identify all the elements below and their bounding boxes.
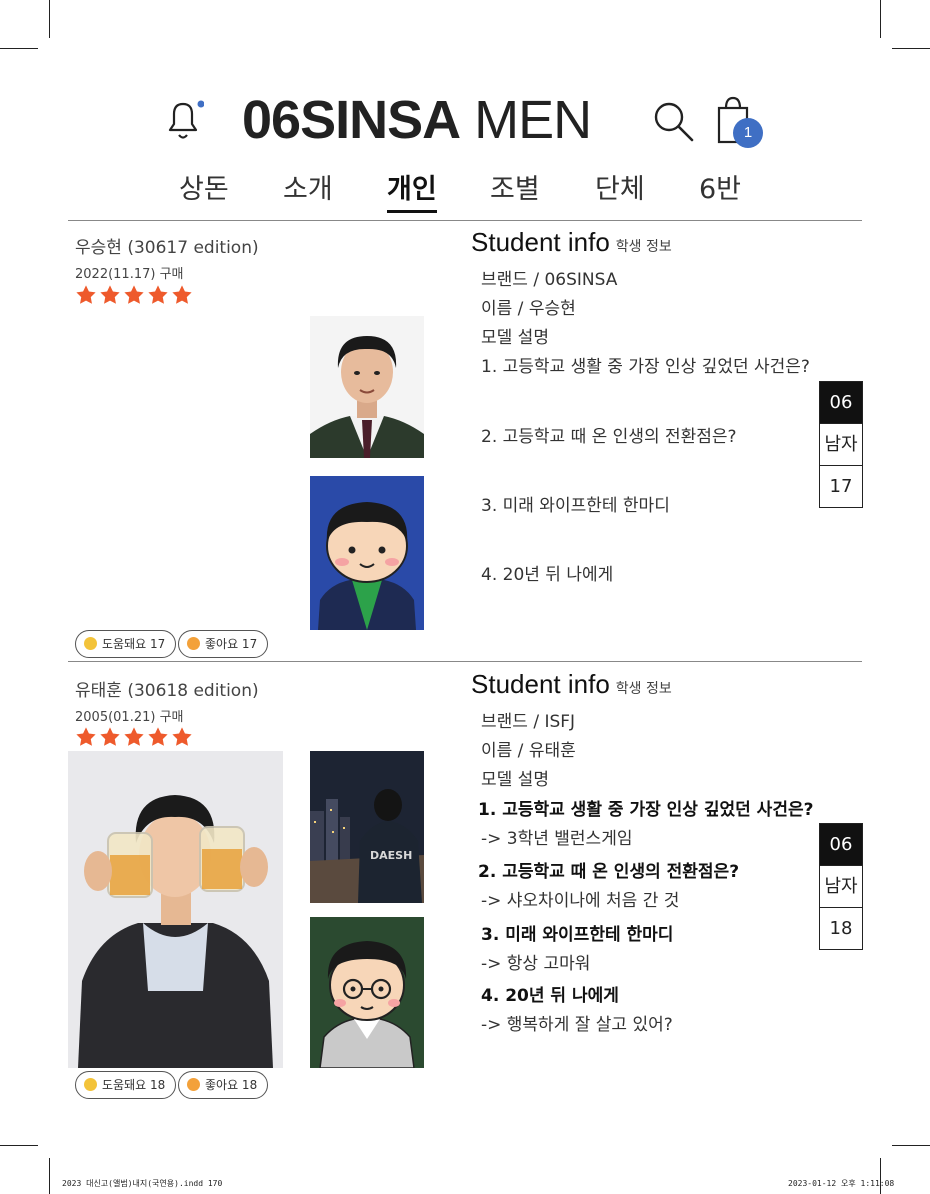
smile-emoji-icon (84, 637, 97, 650)
nav-item-class[interactable]: 6반 (699, 170, 741, 210)
product-name: 우승현 (30617 edition) (75, 238, 259, 258)
class-number: 06 (820, 824, 862, 865)
star-icon (124, 285, 144, 304)
bell-icon[interactable] (162, 96, 204, 144)
brand-line: 브랜드 / ISFJ (481, 712, 576, 732)
product-name: 유태훈 (30618 edition) (75, 681, 259, 701)
question-1: 1. 고등학교 생활 중 가장 인상 깊었던 사건은? (481, 357, 810, 377)
star-rating (75, 726, 193, 748)
star-icon (172, 285, 192, 304)
nav-item-individual[interactable]: 개인 (387, 170, 437, 213)
crop-mark (49, 1158, 50, 1194)
student-cartoon-avatar (310, 476, 424, 630)
helpful-button[interactable]: 도움돼요 17 (75, 630, 177, 658)
like-button[interactable]: 좋아요 18 (178, 1071, 269, 1099)
header: 06SINSA MEN 1 (0, 88, 930, 158)
question-3: 3. 미래 와이프한테 한마디 (481, 496, 670, 516)
star-icon (172, 727, 192, 746)
review-card: 우승현 (30617 edition) 2022(11.17) 구매 Stude… (0, 221, 930, 661)
model-description-label: 모델 설명 (481, 770, 549, 790)
jacket-lettering: DAESH (370, 849, 412, 862)
star-icon (76, 285, 96, 304)
student-side-tab: 06 남자 17 (819, 381, 863, 508)
nav-item-sangdon[interactable]: 상돈 (179, 170, 229, 210)
nav-item-intro[interactable]: 소개 (283, 170, 333, 210)
student-portrait-photo (310, 316, 424, 458)
nav-item-team[interactable]: 단체 (595, 170, 645, 210)
answer-1: -> 3학년 밸런스게임 (481, 829, 633, 849)
star-icon (148, 727, 168, 746)
helpful-button[interactable]: 도움돼요 18 (75, 1071, 177, 1099)
nav-item-group[interactable]: 조별 (490, 170, 540, 210)
question-4: 4. 20년 뒤 나에게 (481, 565, 614, 585)
review-card: 유태훈 (30618 edition) 2005(01.21) 구매 DAESH (0, 662, 930, 1102)
cart-count-badge: 1 (733, 118, 763, 148)
star-icon (124, 727, 144, 746)
question-1: 1. 고등학교 생활 중 가장 인상 깊었던 사건은? (478, 800, 814, 820)
model-description-label: 모델 설명 (481, 328, 549, 348)
gender-label: 남자 (820, 865, 862, 907)
name-line: 이름 / 유태훈 (481, 741, 576, 761)
name-line: 이름 / 우승현 (481, 299, 576, 319)
heart-eyes-emoji-icon (187, 1078, 200, 1091)
answer-4: -> 행복하게 잘 살고 있어? (481, 1015, 673, 1035)
question-3: 3. 미래 와이프한테 한마디 (481, 925, 674, 945)
student-night-photo: DAESH (310, 751, 424, 903)
print-slug-right: 2023-01-12 오후 1:11:08 (788, 1179, 895, 1188)
student-cartoon-avatar (310, 917, 424, 1068)
gender-label: 남자 (820, 423, 862, 465)
crop-mark (0, 48, 38, 49)
brand-line: 브랜드 / 06SINSA (481, 270, 618, 290)
star-icon (76, 727, 96, 746)
star-icon (148, 285, 168, 304)
crop-mark (892, 48, 930, 49)
purchase-date: 2022(11.17) 구매 (75, 267, 184, 282)
smile-emoji-icon (84, 1078, 97, 1091)
student-number: 17 (820, 465, 862, 507)
category-nav: 상돈 소개 개인 조별 단체 6반 (0, 170, 930, 214)
star-icon (100, 727, 120, 746)
crop-mark (880, 0, 881, 38)
student-number: 18 (820, 907, 862, 949)
question-2: 2. 고등학교 때 온 인생의 전환점은? (478, 862, 740, 882)
heart-eyes-emoji-icon (187, 637, 200, 650)
answer-2: -> 샤오차이나에 처음 간 것 (481, 891, 680, 911)
crop-mark (892, 1145, 930, 1146)
crop-mark (49, 0, 50, 38)
class-number: 06 (820, 382, 862, 423)
star-icon (100, 285, 120, 304)
student-info-title: Student info 학생 정보 (471, 669, 672, 699)
student-main-photo (68, 751, 283, 1068)
like-button[interactable]: 좋아요 17 (178, 630, 269, 658)
search-icon[interactable] (650, 98, 696, 144)
brand-logo: 06SINSA MEN (242, 90, 592, 150)
star-rating (75, 284, 193, 306)
print-slug-left: 2023 대신고(앨범)내지(국연용).indd 170 (62, 1179, 223, 1188)
student-side-tab: 06 남자 18 (819, 823, 863, 950)
crop-mark (0, 1145, 38, 1146)
answer-3: -> 항상 고마워 (481, 954, 591, 974)
student-info-title: Student info 학생 정보 (471, 227, 672, 257)
question-2: 2. 고등학교 때 온 인생의 전환점은? (481, 427, 737, 447)
question-4: 4. 20년 뒤 나에게 (481, 986, 619, 1006)
purchase-date: 2005(01.21) 구매 (75, 710, 184, 725)
